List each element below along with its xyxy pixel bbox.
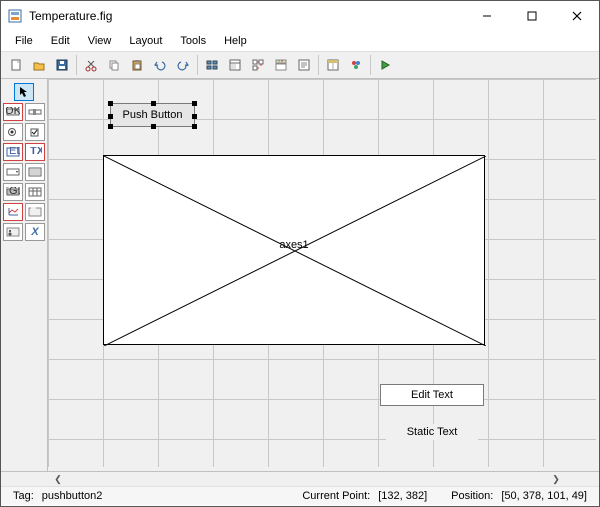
open-button[interactable] <box>28 54 50 76</box>
menu-tools[interactable]: Tools <box>172 33 214 49</box>
workspace: OK ED|T TXT TGL <box>1 79 599 471</box>
undo-button[interactable] <box>149 54 171 76</box>
static-text-tool[interactable]: TXT <box>25 143 45 161</box>
axes-label: axes1 <box>279 239 308 251</box>
slider-tool[interactable] <box>25 103 45 121</box>
menu-layout[interactable]: Layout <box>121 33 170 49</box>
paste-button[interactable] <box>126 54 148 76</box>
cut-button[interactable] <box>80 54 102 76</box>
run-button[interactable] <box>374 54 396 76</box>
object-browser-button[interactable] <box>345 54 367 76</box>
edit-text-component[interactable]: Edit Text <box>380 384 484 406</box>
app-icon <box>7 8 23 24</box>
static-text-label: Static Text <box>407 426 458 438</box>
position-value: [50, 378, 101, 49] <box>497 490 591 502</box>
listbox-tool[interactable] <box>25 163 45 181</box>
toolbar-separator <box>76 55 77 75</box>
toolbar-editor-button[interactable] <box>270 54 292 76</box>
horizontal-scrollbar[interactable]: ❮ ❯ <box>1 472 599 486</box>
scroll-right-arrow[interactable]: ❯ <box>549 472 563 486</box>
design-canvas[interactable]: Push Button axes1 <box>48 79 596 467</box>
edit-text-label: Edit Text <box>411 389 453 401</box>
statusbar: ❮ ❯ Tag: pushbutton2 Current Point: [132… <box>1 471 599 505</box>
toggle-button-tool[interactable]: TGL <box>3 183 23 201</box>
popup-menu-tool[interactable] <box>3 163 23 181</box>
svg-text:TGL: TGL <box>6 187 20 197</box>
svg-text:TXT: TXT <box>30 147 42 157</box>
menubar: File Edit View Layout Tools Help <box>1 31 599 51</box>
edit-text-tool[interactable]: ED|T <box>3 143 23 161</box>
menu-edit[interactable]: Edit <box>43 33 78 49</box>
pushbutton-component[interactable]: Push Button <box>110 103 195 127</box>
close-button[interactable] <box>554 1 599 31</box>
menu-view[interactable]: View <box>80 33 120 49</box>
button-group-tool[interactable] <box>3 223 23 241</box>
canvas-scroll[interactable]: Push Button axes1 <box>48 79 599 471</box>
push-button-tool[interactable]: OK <box>3 103 23 121</box>
toolbar-separator <box>370 55 371 75</box>
axes-component[interactable]: axes1 <box>103 155 485 345</box>
align-button[interactable] <box>201 54 223 76</box>
tag-value: pushbutton2 <box>38 490 107 502</box>
tab-order-button[interactable] <box>247 54 269 76</box>
position-label: Position: <box>447 490 497 502</box>
menu-editor-button[interactable] <box>224 54 246 76</box>
toolbar-separator <box>318 55 319 75</box>
redo-button[interactable] <box>172 54 194 76</box>
new-button[interactable] <box>5 54 27 76</box>
checkbox-tool[interactable] <box>25 123 45 141</box>
maximize-button[interactable] <box>509 1 554 31</box>
editor-button[interactable] <box>293 54 315 76</box>
menu-file[interactable]: File <box>7 33 41 49</box>
radio-button-tool[interactable] <box>3 123 23 141</box>
component-palette: OK ED|T TXT TGL <box>1 79 48 471</box>
toolbar <box>1 51 599 79</box>
copy-button[interactable] <box>103 54 125 76</box>
current-point-label: Current Point: <box>298 490 374 502</box>
menu-help[interactable]: Help <box>216 33 255 49</box>
pushbutton-label: Push Button <box>123 109 183 121</box>
window-title: Temperature.fig <box>29 9 464 23</box>
scroll-left-arrow[interactable]: ❮ <box>51 472 65 486</box>
titlebar: Temperature.fig <box>1 1 599 31</box>
table-tool[interactable] <box>25 183 45 201</box>
current-point-value: [132, 382] <box>374 490 431 502</box>
minimize-button[interactable] <box>464 1 509 31</box>
panel-tool[interactable] <box>25 203 45 221</box>
activex-tool[interactable]: X <box>25 223 45 241</box>
save-button[interactable] <box>51 54 73 76</box>
guide-window: Temperature.fig File Edit View Layout To… <box>0 0 600 507</box>
static-text-component[interactable]: Static Text <box>386 424 478 440</box>
svg-text:ED|T: ED|T <box>9 147 20 157</box>
status-info: Tag: pushbutton2 Current Point: [132, 38… <box>1 486 599 505</box>
svg-text:X: X <box>30 227 39 237</box>
tag-label: Tag: <box>9 490 38 502</box>
axes-tool[interactable] <box>3 203 23 221</box>
property-inspector-button[interactable] <box>322 54 344 76</box>
svg-text:OK: OK <box>6 107 20 117</box>
select-tool[interactable] <box>14 83 34 101</box>
toolbar-separator <box>197 55 198 75</box>
